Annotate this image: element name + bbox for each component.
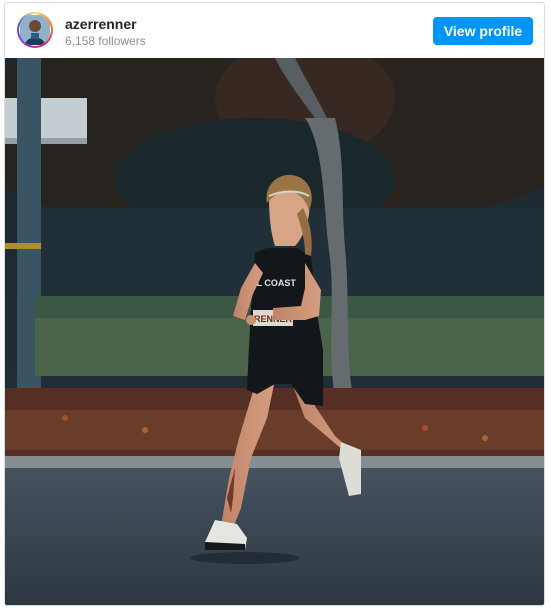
follower-count: 6,158 followers [65, 34, 146, 48]
view-profile-button[interactable]: View profile [433, 17, 533, 45]
instagram-embed-card: azerrenner 6,158 followers View profile [4, 2, 545, 606]
runner-photo: RENNER AL COAST [5, 58, 544, 605]
post-header: azerrenner 6,158 followers View profile [5, 3, 544, 58]
post-photo[interactable]: RENNER AL COAST [5, 58, 544, 605]
username[interactable]: azerrenner [65, 16, 137, 32]
avatar[interactable] [17, 12, 53, 48]
profile-picture [20, 15, 50, 45]
